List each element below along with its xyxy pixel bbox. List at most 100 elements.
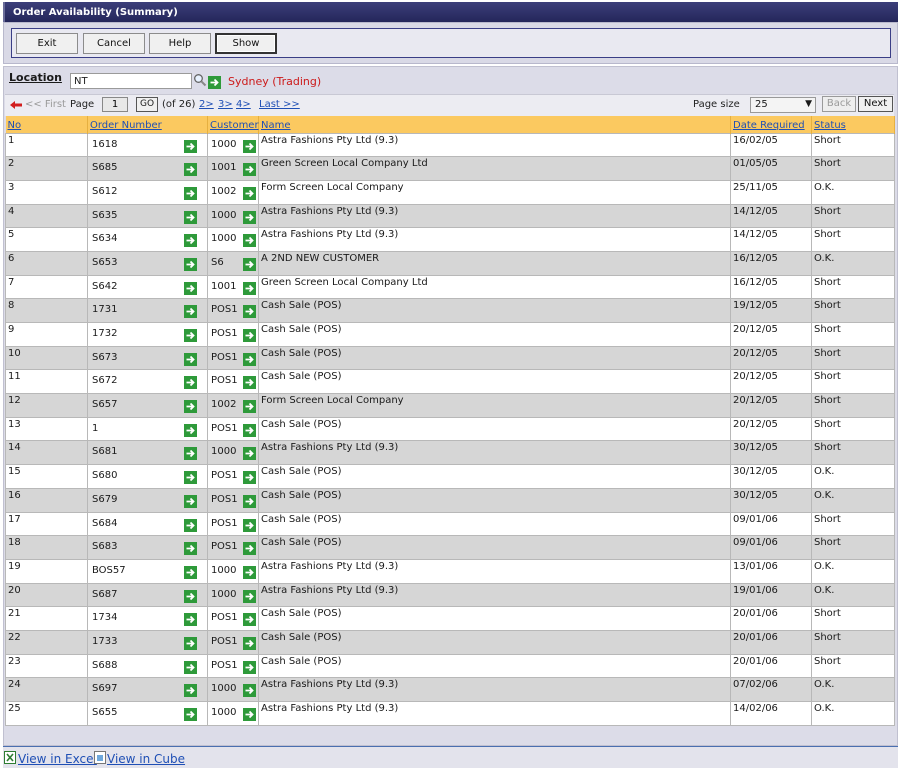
green-arrow-icon[interactable] xyxy=(184,708,197,721)
view-in-cube-link[interactable]: View in Cube xyxy=(107,752,185,766)
cell-date-required: 09/01/06 xyxy=(730,511,812,537)
green-arrow-icon[interactable] xyxy=(243,329,256,342)
green-arrow-icon[interactable] xyxy=(243,234,256,248)
cell-customer: POS1 xyxy=(207,298,259,323)
cell-order-number: S679 xyxy=(87,487,208,513)
green-arrow-icon[interactable] xyxy=(243,494,256,508)
green-arrow-icon[interactable] xyxy=(243,471,256,485)
green-arrow-icon[interactable] xyxy=(184,305,197,319)
green-arrow-icon[interactable] xyxy=(184,613,197,627)
order-number-text: 1 xyxy=(92,422,99,434)
cell-order-number: S612 xyxy=(87,179,208,205)
green-arrow-icon[interactable] xyxy=(184,589,197,603)
table-row: 1 1618 1000 Astra Fashions Pty Ltd (9.3) 16/… xyxy=(5,132,895,158)
green-arrow-icon[interactable] xyxy=(184,257,197,271)
green-arrow-icon[interactable] xyxy=(184,518,197,532)
go-button[interactable]: GO xyxy=(136,97,158,112)
col-header-date-required[interactable]: Date Required xyxy=(730,116,812,133)
green-arrow-icon[interactable] xyxy=(184,684,197,698)
green-arrow-icon[interactable] xyxy=(184,400,197,414)
col-header-order-number[interactable]: Order Number xyxy=(87,116,208,133)
back-button[interactable]: Back xyxy=(822,96,856,112)
show-button[interactable]: Show xyxy=(215,33,277,54)
green-arrow-icon[interactable] xyxy=(184,329,197,342)
magnifier-icon[interactable] xyxy=(193,73,207,87)
page-link-3[interactable]: 3> xyxy=(218,99,233,110)
green-arrow-icon[interactable] xyxy=(243,352,256,366)
order-number-text: S642 xyxy=(92,280,118,292)
green-arrow-icon[interactable] xyxy=(243,447,256,461)
cell-status: O.K. xyxy=(811,701,895,726)
green-arrow-icon[interactable] xyxy=(184,234,197,248)
table-row: 16 S679 POS1 Cash Sale (POS) 30/12/05 O.K. xyxy=(5,487,895,513)
green-arrow-icon[interactable] xyxy=(184,636,197,650)
green-arrow-icon[interactable] xyxy=(243,684,256,698)
green-arrow-icon[interactable] xyxy=(184,423,197,437)
green-arrow-icon[interactable] xyxy=(184,565,197,579)
customer-code-text: POS1 xyxy=(211,493,238,505)
green-arrow-icon[interactable] xyxy=(243,565,256,579)
location-input[interactable] xyxy=(70,73,192,89)
view-in-excel-link[interactable]: View in Excel xyxy=(18,752,97,766)
green-arrow-icon[interactable] xyxy=(243,376,256,390)
green-arrow-icon[interactable] xyxy=(243,518,256,532)
green-arrow-icon[interactable] xyxy=(243,542,256,556)
cell-status: O.K. xyxy=(811,558,895,584)
green-arrow-icon[interactable] xyxy=(184,471,197,485)
green-arrow-icon[interactable] xyxy=(184,281,197,295)
green-arrow-icon[interactable] xyxy=(184,186,197,200)
green-arrow-icon[interactable] xyxy=(184,542,197,556)
cancel-button[interactable]: Cancel xyxy=(83,33,145,54)
cell-no: 21 xyxy=(5,606,88,631)
green-arrow-icon[interactable] xyxy=(243,163,256,177)
green-arrow-icon[interactable] xyxy=(184,376,197,390)
cell-status: O.K. xyxy=(811,582,895,608)
green-arrow-icon[interactable] xyxy=(184,660,197,674)
green-arrow-icon[interactable] xyxy=(243,210,256,224)
table-row: 20 S687 1000 Astra Fashions Pty Ltd (9.3) 19… xyxy=(5,582,895,608)
green-arrow-icon[interactable] xyxy=(243,589,256,603)
green-arrow-icon[interactable] xyxy=(184,210,197,224)
table-row: 19 BOS57 1000 Astra Fashions Pty Ltd (9.3) 1… xyxy=(5,558,895,584)
green-arrow-icon[interactable] xyxy=(243,139,256,153)
green-arrow-icon[interactable] xyxy=(243,257,256,271)
green-arrow-icon[interactable] xyxy=(243,186,256,200)
table-row: 10 S673 POS1 Cash Sale (POS) 20/12/05 Short xyxy=(5,345,895,371)
next-button[interactable]: Next xyxy=(858,96,893,112)
cell-no: 2 xyxy=(5,156,88,181)
green-arrow-icon[interactable] xyxy=(243,423,256,437)
green-arrow-icon[interactable] xyxy=(243,660,256,674)
page-link-4[interactable]: 4> xyxy=(236,99,251,110)
green-arrow-icon[interactable] xyxy=(184,447,197,461)
green-arrow-icon[interactable] xyxy=(243,305,256,319)
green-arrow-icon[interactable] xyxy=(243,636,256,650)
green-arrow-icon[interactable] xyxy=(243,613,256,627)
table-row: 2 S685 1001 Green Screen Local Company Ltd 0… xyxy=(5,156,895,181)
cell-order-number: S687 xyxy=(87,582,208,608)
green-arrow-icon[interactable] xyxy=(243,281,256,295)
last-page-link[interactable]: Last >> xyxy=(259,99,300,110)
help-button[interactable]: Help xyxy=(149,33,211,54)
table-row: 18 S683 POS1 Cash Sale (POS) 09/01/06 Short xyxy=(5,535,895,560)
green-arrow-icon[interactable] xyxy=(184,163,197,177)
cell-order-number: S657 xyxy=(87,393,208,418)
page-link-2[interactable]: 2> xyxy=(199,99,214,110)
main-panel: Location Sydney (Trading) << First Page … xyxy=(3,66,898,746)
col-header-customer[interactable]: Customer xyxy=(207,116,259,133)
green-arrow-icon[interactable] xyxy=(243,708,256,721)
green-arrow-icon[interactable] xyxy=(208,76,221,89)
green-arrow-icon[interactable] xyxy=(184,352,197,366)
green-arrow-icon[interactable] xyxy=(243,400,256,414)
col-header-name[interactable]: Name xyxy=(258,116,731,133)
page-input[interactable] xyxy=(102,97,128,112)
col-header-no[interactable]: No xyxy=(5,116,88,133)
exit-button[interactable]: Exit xyxy=(16,33,78,54)
cell-name: Astra Fashions Pty Ltd (9.3) xyxy=(258,558,731,584)
green-arrow-icon[interactable] xyxy=(184,139,197,153)
page-size-select[interactable]: 25 ▼ xyxy=(750,97,816,113)
cell-no: 20 xyxy=(5,582,88,608)
cell-order-number: S683 xyxy=(87,535,208,560)
col-header-status[interactable]: Status xyxy=(811,116,895,133)
cell-order-number: S697 xyxy=(87,677,208,702)
green-arrow-icon[interactable] xyxy=(184,494,197,508)
